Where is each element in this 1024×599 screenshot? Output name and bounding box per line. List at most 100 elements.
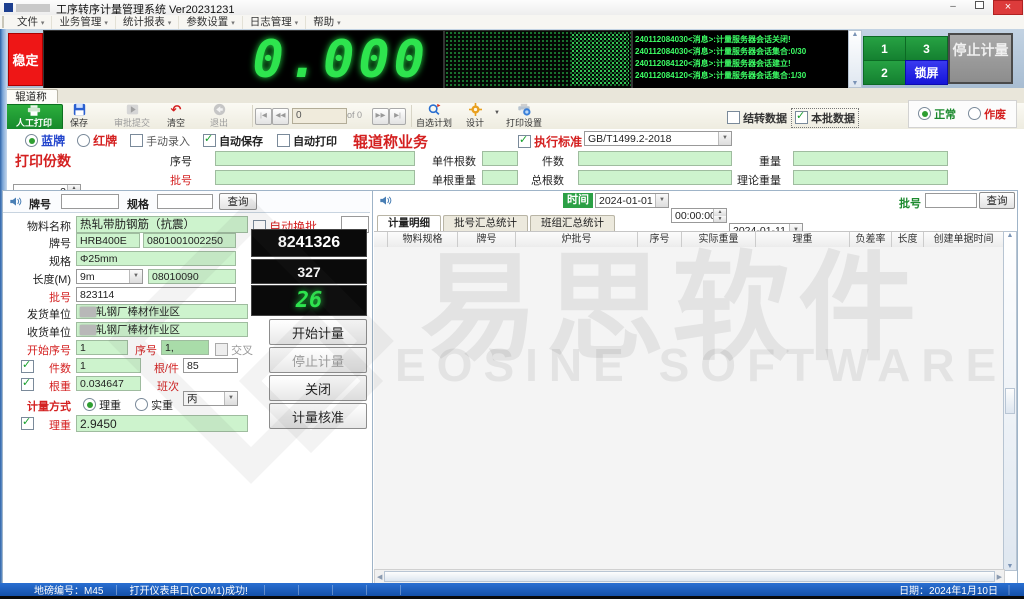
print-setup-button[interactable]: 打印设置 (502, 104, 546, 128)
per-rod-input[interactable] (482, 170, 518, 185)
tab-measure-detail[interactable]: 计量明细 (377, 215, 441, 231)
approve-submit-button[interactable]: 审批提交 (110, 104, 154, 128)
header-paihao-input[interactable] (61, 194, 119, 209)
per-piece-input[interactable] (482, 151, 518, 166)
date-from-picker[interactable]: 2024-01-01▼ (595, 193, 669, 208)
material-input[interactable]: 热轧带肋钢筋（抗震） (76, 216, 248, 233)
jianshu-input[interactable]: 1 (76, 358, 141, 373)
custom-plan-button[interactable]: 自选计划 (412, 104, 456, 128)
mode-lizhong-radio[interactable]: 理重 (83, 397, 121, 413)
lizhong-checkbox[interactable] (21, 417, 34, 431)
right-query-button[interactable]: 查询 (979, 192, 1015, 209)
nav-first-button[interactable]: |◀ (255, 108, 272, 125)
genzhong-checkbox[interactable] (21, 378, 34, 392)
standard-combo[interactable]: GB/T1499.2-2018▼ (584, 131, 732, 146)
exit-button[interactable]: 退出 (206, 104, 232, 128)
table-vertical-scrollbar[interactable]: ▲▼ (1003, 231, 1017, 571)
menu-logs[interactable]: 日志管理 ▾ (243, 16, 306, 29)
col-grade[interactable]: 牌号 (458, 232, 516, 247)
batch-input[interactable] (215, 170, 415, 185)
sender-input[interactable]: 轧钢厂棒材作业区 (76, 304, 248, 319)
col-neg-tolerance[interactable]: 负差率 (850, 232, 892, 247)
lizhong-input[interactable]: 2.9450 (76, 415, 248, 432)
auto-print-checkbox[interactable]: 自动打印 (277, 133, 337, 149)
banci-combo[interactable]: 丙▼ (183, 391, 238, 406)
chevron-down-icon[interactable]: ▼ (129, 270, 142, 283)
time-from-stepper[interactable]: 00:00:00▲▼ (671, 208, 727, 223)
chevron-down-icon[interactable]: ▼ (655, 194, 668, 207)
minimize-button[interactable]: – (940, 1, 966, 13)
log-scrollbar[interactable]: ▲▼ (848, 30, 862, 88)
total-rods-input[interactable] (578, 170, 732, 185)
scrollbar-thumb[interactable] (1005, 388, 1015, 414)
left-query-button[interactable]: 查询 (219, 193, 257, 210)
menu-business[interactable]: 业务管理 ▾ (52, 16, 115, 29)
scroll-down-icon[interactable]: ▼ (1007, 563, 1014, 570)
design-dropdown-arrow[interactable]: ▼ (494, 110, 500, 116)
col-theo-weight[interactable]: 理重 (756, 232, 850, 247)
weight-input[interactable] (793, 151, 948, 166)
batch-data-checkbox[interactable]: 本批数据 (791, 108, 859, 128)
quick-button-3[interactable]: 3 (905, 36, 948, 61)
menu-file[interactable]: 文件 ▾ (10, 16, 52, 29)
header-guige-input[interactable] (157, 194, 213, 209)
guige-input[interactable]: Φ25mm (76, 251, 236, 266)
design-button[interactable]: 设计 (462, 104, 488, 128)
col-actual-weight[interactable]: 实际重量 (682, 232, 756, 247)
nav-prev-button[interactable]: ◀◀ (272, 108, 289, 125)
col-seq[interactable]: 序号 (638, 232, 682, 247)
stop-measure-panel-button[interactable]: 停止计量 (269, 347, 367, 373)
chevron-down-icon[interactable]: ▼ (224, 392, 237, 405)
scroll-down-icon[interactable]: ▼ (852, 80, 859, 87)
col-create-time[interactable]: 创建单据时间 (924, 232, 1003, 247)
col-length[interactable]: 长度 (892, 232, 924, 247)
exec-standard-checkbox[interactable]: 执行标准 (518, 133, 582, 150)
measure-verify-button[interactable]: 计量核准 (269, 403, 367, 429)
save-button[interactable]: 保存 (66, 104, 92, 128)
nav-last-button[interactable]: ▶| (389, 108, 406, 125)
blue-card-radio[interactable]: 蓝牌 (25, 132, 65, 149)
chevron-down-icon[interactable]: ▼ (718, 132, 731, 145)
nav-next-button[interactable]: ▶▶ (372, 108, 389, 125)
menu-settings[interactable]: 参数设置 ▾ (179, 16, 242, 29)
manual-print-button[interactable]: 人工打印 (5, 104, 63, 130)
seq2-input[interactable]: 1, (161, 340, 209, 355)
manual-entry-checkbox[interactable]: 手动录入 (130, 133, 190, 149)
paihao-code-input[interactable]: 0801001002250 (143, 233, 236, 248)
genzhong-input[interactable]: 0.034647 (76, 376, 141, 391)
pihao-input[interactable]: 823114 (76, 287, 236, 302)
menu-help[interactable]: 帮助 ▾ (306, 16, 347, 29)
scrollbar-thumb[interactable] (384, 571, 994, 582)
theo-weight-input[interactable] (793, 170, 948, 185)
tab-shift-summary[interactable]: 班组汇总统计 (530, 215, 615, 231)
clear-button[interactable]: ↶ 清空 (163, 104, 189, 128)
stepper-down-icon[interactable]: ▼ (713, 216, 726, 223)
start-seq-input[interactable]: 1 (76, 340, 128, 355)
menu-reports[interactable]: 统计报表 ▾ (116, 16, 179, 29)
mode-shizhong-radio[interactable]: 实重 (135, 397, 173, 413)
cross-checkbox[interactable]: 交叉 (215, 342, 253, 358)
nav-record-input[interactable]: 0 (292, 108, 347, 124)
length-combo[interactable]: 9m▼ (76, 269, 143, 284)
receiver-input[interactable]: 轧钢厂棒材作业区 (76, 322, 248, 337)
scroll-right-icon[interactable]: ▶ (997, 573, 1004, 581)
scroll-up-icon[interactable]: ▲ (1007, 232, 1014, 239)
quick-button-1[interactable]: 1 (863, 36, 906, 61)
restore-button[interactable] (966, 1, 992, 13)
col-heat-batch[interactable]: 炉批号 (516, 232, 638, 247)
tab-roller-scale[interactable]: 辊道称 (4, 89, 58, 104)
scroll-left-icon[interactable]: ◀ (375, 573, 382, 581)
batch-filter-input[interactable] (925, 193, 977, 208)
col-material-spec[interactable]: 物料规格 (388, 232, 458, 247)
quick-button-2[interactable]: 2 (863, 60, 906, 85)
stop-measure-button[interactable]: 停止计量 (948, 33, 1013, 84)
tab-batch-summary[interactable]: 批号汇总统计 (443, 215, 528, 231)
jianshu-checkbox[interactable] (21, 360, 34, 374)
auto-save-checkbox[interactable]: 自动保存 (203, 133, 263, 149)
scroll-up-icon[interactable]: ▲ (852, 31, 859, 38)
close-panel-button[interactable]: 关闭 (269, 375, 367, 401)
start-measure-button[interactable]: 开始计量 (269, 319, 367, 345)
seq-input[interactable] (215, 151, 415, 166)
paihao-input[interactable]: HRB400E (76, 233, 140, 248)
lock-screen-button[interactable]: 锁屏 (905, 60, 948, 85)
